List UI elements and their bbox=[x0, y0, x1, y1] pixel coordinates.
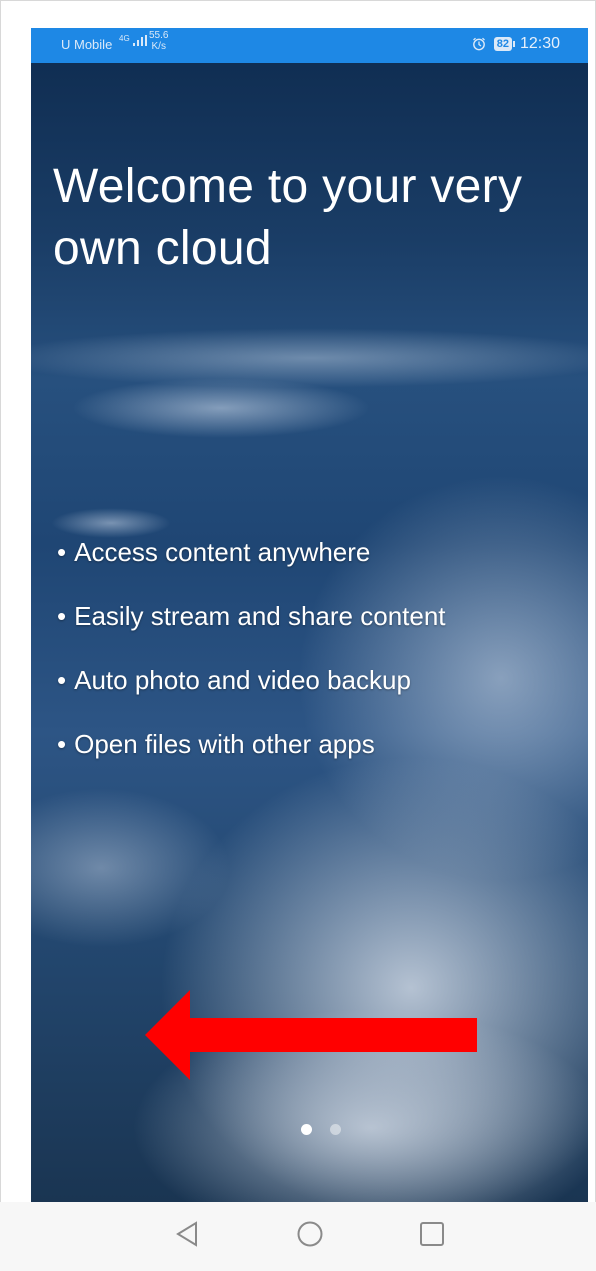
welcome-title-line1: Welcome to your very bbox=[53, 160, 523, 213]
welcome-title: Welcome to your very own cloud bbox=[53, 156, 573, 280]
onboarding-screen[interactable]: U Mobile 4G 55.6 K/s 82 12:30 Welcome to… bbox=[31, 28, 588, 1202]
system-nav-bar bbox=[0, 1202, 596, 1271]
arrow-left-icon bbox=[145, 990, 477, 1080]
battery-icon: 82 bbox=[493, 37, 516, 51]
status-right: 82 12:30 bbox=[472, 35, 560, 53]
speed-unit: K/s bbox=[151, 41, 166, 52]
feature-item: Open files with other apps bbox=[57, 725, 446, 789]
cloud-band bbox=[71, 378, 371, 438]
cloud-mass bbox=[151, 748, 588, 1202]
cloud-band bbox=[31, 328, 588, 388]
page-dot[interactable] bbox=[330, 1124, 341, 1135]
device-frame: U Mobile 4G 55.6 K/s 82 12:30 Welcome to… bbox=[0, 0, 596, 1271]
feature-item: Auto photo and video backup bbox=[57, 661, 446, 725]
recent-square-icon[interactable] bbox=[415, 1217, 449, 1251]
home-circle-icon[interactable] bbox=[293, 1217, 327, 1251]
feature-item: Access content anywhere bbox=[57, 533, 446, 597]
page-dot-active[interactable] bbox=[301, 1124, 312, 1135]
cloud-mass bbox=[31, 788, 231, 948]
signal-bars-icon bbox=[133, 35, 148, 46]
speed-value: 55.6 bbox=[149, 30, 169, 41]
network-speed: 55.6 K/s bbox=[149, 30, 168, 52]
page-indicator bbox=[301, 1124, 341, 1135]
back-triangle-icon[interactable] bbox=[170, 1217, 204, 1251]
feature-list: Access content anywhere Easily stream an… bbox=[57, 533, 446, 789]
network-label: 4G bbox=[119, 34, 130, 43]
signal-icon: 4G bbox=[119, 34, 148, 48]
alarm-icon bbox=[472, 37, 485, 51]
feature-item: Easily stream and share content bbox=[57, 597, 445, 661]
clock: 12:30 bbox=[519, 35, 560, 52]
welcome-title-line2: own cloud bbox=[53, 222, 272, 275]
carrier-label: U Mobile bbox=[61, 37, 113, 52]
status-bar: U Mobile 4G 55.6 K/s 82 12:30 bbox=[31, 28, 588, 63]
